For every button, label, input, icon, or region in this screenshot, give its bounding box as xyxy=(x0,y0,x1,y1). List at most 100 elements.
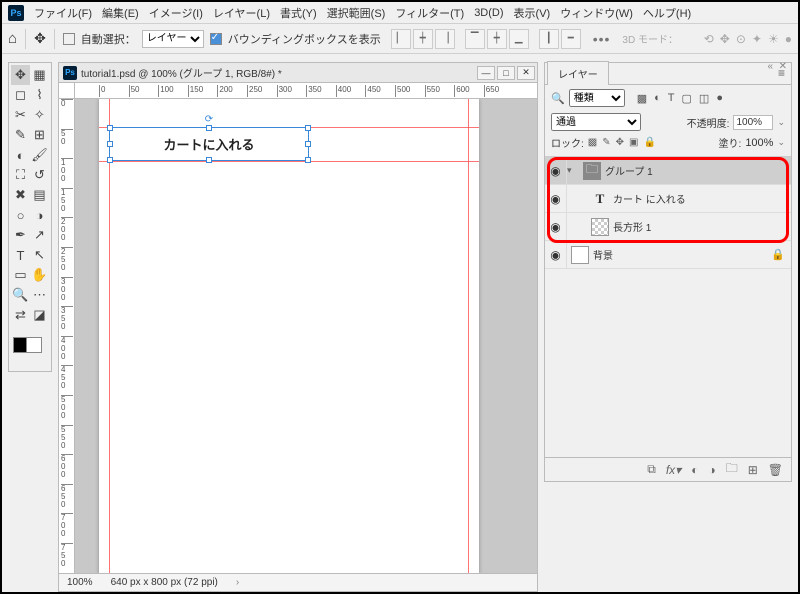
canvas-page[interactable]: ⟳ カートに入れる xyxy=(99,99,479,575)
edit-toolbar[interactable]: ⋯ xyxy=(30,285,49,305)
distribute-v-icon[interactable]: ━ xyxy=(561,29,581,49)
new-group-icon[interactable]: 🗀 xyxy=(726,459,738,480)
new-layer-icon[interactable]: ⊞ xyxy=(748,463,758,477)
layer-name[interactable]: 背景 xyxy=(593,247,771,262)
fill-chevron-icon[interactable]: ⌄ xyxy=(777,137,785,148)
visibility-toggle-icon[interactable]: ◉ xyxy=(545,185,567,212)
more-icon[interactable]: ••• xyxy=(593,31,611,47)
align-center-h-icon[interactable]: ┿ xyxy=(413,29,433,49)
background-swatch[interactable] xyxy=(26,337,42,353)
menu-layer[interactable]: レイヤー(L) xyxy=(213,5,270,21)
menu-edit[interactable]: 編集(E) xyxy=(102,5,139,21)
lock-artboard-icon[interactable]: ▣ xyxy=(629,137,638,148)
align-center-v-icon[interactable]: ┿ xyxy=(487,29,507,49)
link-layers-icon[interactable]: ⧉ xyxy=(647,462,656,477)
direct-select-tool[interactable]: ↖ xyxy=(30,245,49,265)
lasso-tool[interactable]: ⌇ xyxy=(30,85,49,105)
shape-tool[interactable]: ▭ xyxy=(11,265,30,285)
layer-row-background[interactable]: ◉ 背景 🔒 xyxy=(545,241,791,269)
eyedropper-tool[interactable]: ✎ xyxy=(11,125,30,145)
visibility-toggle-icon[interactable]: ◉ xyxy=(545,213,567,240)
visibility-toggle-icon[interactable]: ◉ xyxy=(545,241,567,268)
lock-icon[interactable]: 🔒 xyxy=(771,248,785,261)
adjustment-layer-icon[interactable]: ◑ xyxy=(708,463,715,477)
opacity-chevron-icon[interactable]: ⌄ xyxy=(777,117,785,128)
menu-filter[interactable]: フィルター(T) xyxy=(395,5,464,21)
lock-all-icon[interactable]: 🔒 xyxy=(643,137,655,148)
blur-tool[interactable]: ○ xyxy=(11,205,30,225)
delete-layer-icon[interactable]: 🗑 xyxy=(768,463,783,477)
lock-transparency-icon[interactable]: ▩ xyxy=(588,137,597,148)
layer-name[interactable]: カート に入れる xyxy=(613,191,791,206)
zoom3d-icon[interactable]: ⊙ xyxy=(736,32,746,46)
layer-row-group[interactable]: ◉ ▾ 🗀 グループ 1 xyxy=(545,157,791,185)
ruler-horizontal[interactable]: 050100150200250300350400450500550600650 xyxy=(75,83,537,99)
layer-row-shape[interactable]: ◉ 長方形 1 xyxy=(545,213,791,241)
resize-handle-n[interactable] xyxy=(206,125,212,131)
crop-tool[interactable]: ✂ xyxy=(11,105,30,125)
hand-tool[interactable]: ✋ xyxy=(30,265,49,285)
collapse-icon[interactable]: ▾ xyxy=(567,165,579,176)
window-maximize[interactable]: □ xyxy=(497,66,515,80)
align-left-icon[interactable]: ▏ xyxy=(391,29,411,49)
align-top-icon[interactable]: ▔ xyxy=(465,29,485,49)
distribute-h-icon[interactable]: ┃ xyxy=(539,29,559,49)
filter-type-icon[interactable]: T xyxy=(668,92,675,105)
filter-pixel-icon[interactable]: ▩ xyxy=(637,92,647,105)
resize-handle-ne[interactable] xyxy=(305,125,311,131)
layer-mask-icon[interactable]: ◐ xyxy=(691,463,698,477)
auto-select-checkbox[interactable] xyxy=(63,33,75,45)
color-swatches[interactable] xyxy=(11,329,49,358)
resize-handle-sw[interactable] xyxy=(107,157,113,163)
rotate-handle-icon[interactable]: ⟳ xyxy=(205,114,213,125)
layer-name[interactable]: 長方形 1 xyxy=(613,219,791,234)
home-icon[interactable]: ⌂ xyxy=(8,30,17,47)
menu-window[interactable]: ウィンドウ(W) xyxy=(560,5,633,21)
filter-adjust-icon[interactable]: ◐ xyxy=(654,92,661,105)
bounding-box-checkbox[interactable] xyxy=(210,33,222,45)
search-icon[interactable]: 🔍 xyxy=(551,92,565,105)
status-more-icon[interactable]: › xyxy=(236,577,239,588)
resize-handle-nw[interactable] xyxy=(107,125,113,131)
light-icon[interactable]: ☀ xyxy=(768,32,779,46)
artboard-tool[interactable]: ▦ xyxy=(30,65,49,85)
panel-close-icon[interactable]: ✕ xyxy=(779,61,787,72)
visibility-toggle-icon[interactable]: ◉ xyxy=(545,157,567,184)
history-brush-tool[interactable]: ↺ xyxy=(30,165,49,185)
doc-dimensions[interactable]: 640 px x 800 px (72 ppi) xyxy=(111,577,218,588)
opacity-value[interactable]: 100% xyxy=(733,115,773,130)
color-switch-icon[interactable]: ⇄ xyxy=(11,305,30,325)
eraser-tool[interactable]: ✖ xyxy=(11,185,30,205)
pen-tool[interactable]: ✒ xyxy=(11,225,30,245)
lock-position-icon[interactable]: ✥ xyxy=(616,137,624,148)
path-tool[interactable]: ↗ xyxy=(30,225,49,245)
filter-smart-icon[interactable]: ◫ xyxy=(699,92,709,105)
menu-3d[interactable]: 3D(D) xyxy=(474,7,503,19)
stamp-tool[interactable]: ⛶ xyxy=(11,165,30,185)
transform-bounding-box[interactable]: ⟳ カートに入れる xyxy=(109,127,309,161)
zoom-tool[interactable]: 🔍 xyxy=(11,285,30,305)
heal-tool[interactable]: ◐ xyxy=(11,145,30,165)
menu-image[interactable]: イメージ(I) xyxy=(149,5,203,21)
ruler-vertical[interactable]: 05 01 0 01 5 02 0 02 5 03 0 03 5 04 0 04… xyxy=(59,99,75,573)
layer-row-text[interactable]: ◉ T カート に入れる xyxy=(545,185,791,213)
lock-image-icon[interactable]: ✎ xyxy=(602,137,610,148)
guide-vertical[interactable] xyxy=(109,99,110,575)
blend-mode-select[interactable]: 通過 xyxy=(551,113,641,131)
auto-select-target[interactable]: レイヤー xyxy=(142,30,204,48)
layer-fx-icon[interactable]: fx▾ xyxy=(666,463,681,477)
gradient-tool[interactable]: ▤ xyxy=(30,185,49,205)
cam-icon[interactable]: ✦ xyxy=(752,32,762,46)
orbit-icon[interactable]: ⟲ xyxy=(704,32,714,46)
zoom-level[interactable]: 100% xyxy=(67,577,93,588)
align-right-icon[interactable]: ▕ xyxy=(435,29,455,49)
move-tool[interactable]: ✥ xyxy=(11,65,30,85)
window-close[interactable]: ✕ xyxy=(517,66,535,80)
menu-help[interactable]: ヘルプ(H) xyxy=(643,5,691,21)
align-bottom-icon[interactable]: ▁ xyxy=(509,29,529,49)
menu-select[interactable]: 選択範囲(S) xyxy=(327,5,386,21)
resize-handle-s[interactable] xyxy=(206,157,212,163)
window-minimize[interactable]: — xyxy=(477,66,495,80)
resize-handle-se[interactable] xyxy=(305,157,311,163)
menu-file[interactable]: ファイル(F) xyxy=(34,5,92,21)
